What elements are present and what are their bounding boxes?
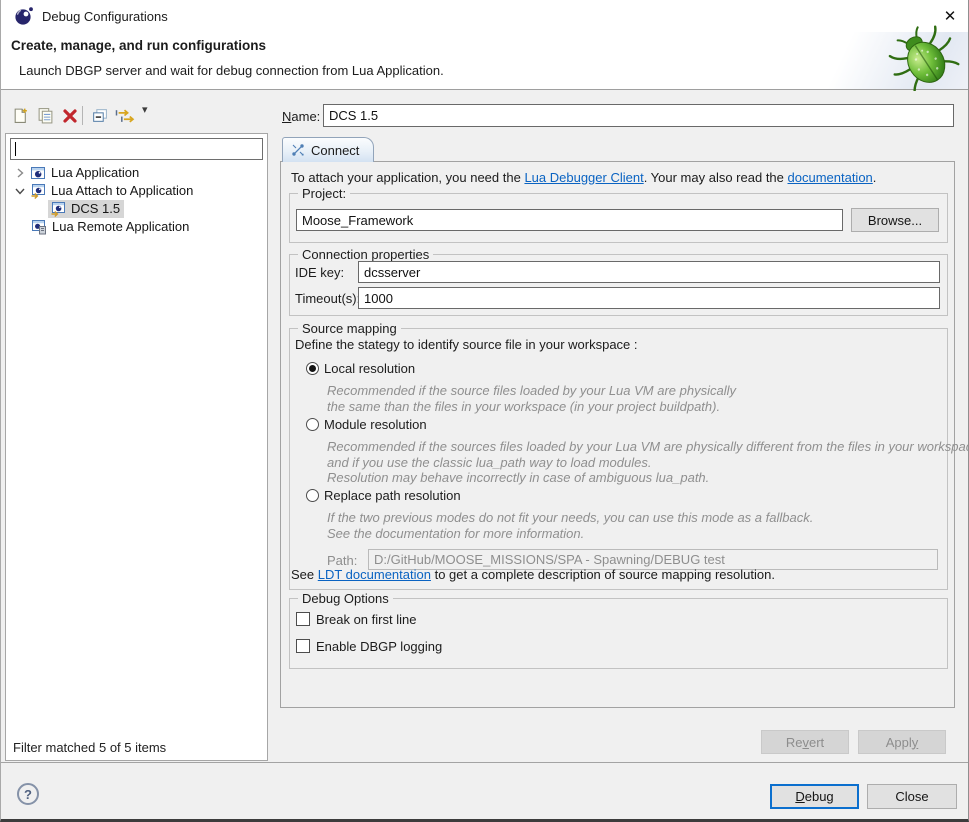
replace-path-desc: See the documentation for more informati… [327, 526, 584, 541]
project-input[interactable] [296, 209, 843, 231]
header-title: Create, manage, and run configurations [11, 38, 266, 53]
source-mapping-group: Source mapping Define the stategy to ide… [289, 328, 948, 590]
debug-options-group: Debug Options Break on first line Enable… [289, 598, 948, 669]
radio-replace-path-resolution-label: Replace path resolution [324, 488, 461, 503]
footer-separator [1, 762, 968, 763]
new-configuration-button[interactable] [9, 104, 32, 127]
tree-item-lua-remote[interactable]: Lua Remote Application [31, 217, 189, 236]
lua-sphere-icon [14, 6, 34, 26]
timeout-label: Timeout(s): [295, 291, 360, 306]
title-bar: Debug Configurations ✕ [1, 0, 968, 32]
name-input[interactable] [323, 104, 954, 127]
tree-item-label: Lua Application [51, 165, 139, 180]
path-label: Path: [327, 553, 357, 568]
duplicate-configuration-button[interactable] [34, 104, 57, 127]
filter-input[interactable] [10, 138, 263, 160]
ide-key-input[interactable] [358, 261, 940, 283]
revert-button: Revert [761, 730, 849, 754]
filter-menu-button[interactable]: ▾ [142, 103, 148, 116]
ide-key-label: IDE key: [295, 265, 344, 280]
module-resolution-desc: Recommended if the sources files loaded … [327, 439, 969, 454]
source-mapping-legend: Source mapping [298, 321, 401, 336]
configurations-panel: Lua Application Lua Attach to Applicatio… [5, 133, 268, 761]
dialog-header: Create, manage, and run configurations L… [1, 32, 968, 90]
connect-tab-panel: To attach your application, you need the… [280, 161, 955, 708]
checkbox-break-on-first-line[interactable] [296, 612, 310, 626]
enable-dbgp-logging-label: Enable DBGP logging [316, 639, 442, 654]
timeout-input[interactable] [358, 287, 940, 309]
radio-module-resolution-label: Module resolution [324, 417, 427, 432]
debug-options-legend: Debug Options [298, 591, 393, 606]
tree-item-label: Lua Attach to Application [51, 183, 193, 198]
lua-remote-icon [31, 219, 47, 235]
filter-configurations-button[interactable] [112, 104, 138, 127]
delete-configuration-button[interactable] [58, 104, 81, 127]
bug-icon [888, 25, 960, 91]
header-subtitle: Launch DBGP server and wait for debug co… [19, 63, 444, 78]
connect-icon [291, 143, 305, 157]
ldt-documentation-link[interactable]: LDT documentation [318, 567, 431, 582]
tab-connect[interactable]: Connect [282, 137, 374, 162]
local-resolution-desc: Recommended if the source files loaded b… [327, 383, 736, 398]
project-group: Project: Browse... [289, 193, 948, 243]
module-resolution-desc: and if you use the classic lua_path way … [327, 455, 651, 470]
connection-properties-legend: Connection properties [298, 247, 433, 262]
chevron-down-icon[interactable] [14, 185, 26, 197]
tree-item-lua-application[interactable]: Lua Application [14, 163, 139, 182]
radio-module-resolution[interactable] [306, 418, 319, 431]
tree-item-lua-attach[interactable]: Lua Attach to Application [14, 181, 193, 200]
lua-debugger-client-link[interactable]: Lua Debugger Client [524, 170, 643, 185]
name-label: Name: [282, 109, 320, 124]
browse-button[interactable]: Browse... [851, 208, 939, 232]
radio-local-resolution-label: Local resolution [324, 361, 415, 376]
project-legend: Project: [298, 186, 350, 201]
tree-item-label: Lua Remote Application [52, 219, 189, 234]
toolbar-separator [82, 106, 83, 125]
lua-attach-icon [50, 201, 66, 217]
module-resolution-desc: Resolution may behave incorrectly in cas… [327, 470, 709, 485]
chevron-right-icon[interactable] [14, 167, 26, 179]
apply-button: Apply [858, 730, 946, 754]
tree-selection: DCS 1.5 [48, 200, 124, 218]
strategy-instruction: Define the stategy to identify source fi… [295, 337, 638, 352]
documentation-link[interactable]: documentation [788, 170, 873, 185]
close-button[interactable]: Close [867, 784, 957, 809]
connection-properties-group: Connection properties IDE key: Timeout(s… [289, 254, 948, 316]
lua-application-icon [30, 165, 46, 181]
see-ldt-text: See LDT documentation to get a complete … [291, 567, 775, 582]
lua-attach-icon [30, 183, 46, 199]
tree-item-label: DCS 1.5 [71, 201, 120, 216]
radio-local-resolution[interactable] [306, 362, 319, 375]
break-on-first-line-label: Break on first line [316, 612, 416, 627]
debug-configurations-dialog: Debug Configurations ✕ Create, manage, a… [0, 0, 969, 822]
replace-path-desc: If the two previous modes do not fit you… [327, 510, 813, 525]
tab-label: Connect [311, 143, 359, 158]
text-cursor [15, 142, 16, 156]
local-resolution-desc: the same than the files in your workspac… [327, 399, 720, 414]
debug-button[interactable]: Debug [770, 784, 859, 809]
radio-replace-path-resolution[interactable] [306, 489, 319, 502]
checkbox-enable-dbgp-logging[interactable] [296, 639, 310, 653]
tree-item-dcs-15[interactable]: DCS 1.5 [48, 199, 124, 218]
intro-text: To attach your application, you need the… [291, 170, 876, 185]
collapse-all-button[interactable] [88, 104, 111, 127]
filter-status: Filter matched 5 of 5 items [13, 740, 166, 755]
window-title: Debug Configurations [42, 9, 168, 24]
help-icon[interactable]: ? [17, 783, 39, 805]
